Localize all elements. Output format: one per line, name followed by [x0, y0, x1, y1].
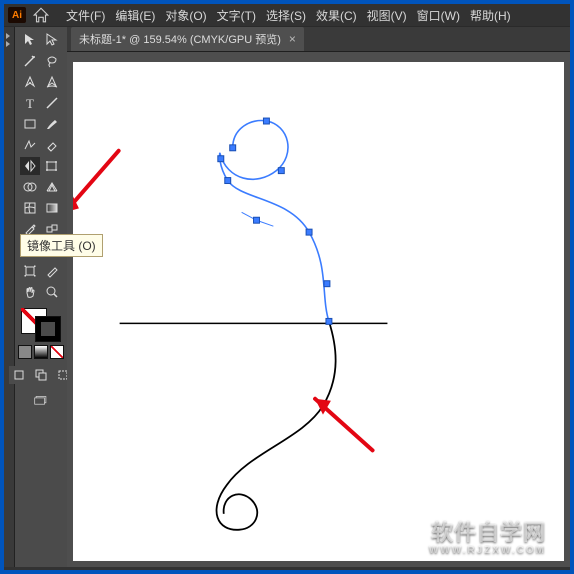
- gradient-tool[interactable]: [42, 199, 62, 217]
- title-bar: Ai 文件(F) 编辑(E) 对象(O) 文字(T) 选择(S) 效果(C) 视…: [4, 4, 570, 27]
- menu-view[interactable]: 视图(V): [363, 5, 411, 26]
- menu-effect[interactable]: 效果(C): [312, 5, 361, 26]
- draw-normal-icon[interactable]: [9, 366, 29, 384]
- canvas-wrap: [67, 52, 570, 567]
- svg-text:T: T: [26, 96, 34, 110]
- panel-collapse-strip[interactable]: [4, 27, 15, 567]
- annotation-arrow-tool: [73, 151, 119, 212]
- free-transform-tool[interactable]: [42, 157, 62, 175]
- toolbox: T: [15, 27, 67, 567]
- shape-builder-tool[interactable]: [20, 178, 40, 196]
- magic-wand-tool[interactable]: [20, 52, 40, 70]
- type-tool[interactable]: T: [20, 94, 40, 112]
- watermark-line2: WWW.RJZXW.COM: [429, 545, 546, 556]
- menu-window[interactable]: 窗口(W): [413, 5, 464, 26]
- menu-object[interactable]: 对象(O): [161, 5, 210, 26]
- lasso-tool[interactable]: [42, 52, 62, 70]
- shaper-tool[interactable]: [20, 136, 40, 154]
- stroke-swatch[interactable]: [35, 316, 61, 342]
- tool-tooltip: 镜像工具 (O): [20, 234, 103, 257]
- artboard-tool[interactable]: [20, 262, 40, 280]
- artwork-svg: [73, 62, 564, 561]
- reflect-tool[interactable]: [20, 157, 40, 175]
- home-icon[interactable]: [32, 6, 50, 24]
- fill-stroke-swatch[interactable]: [21, 308, 61, 342]
- app-logo: Ai: [8, 7, 26, 23]
- color-mode-gradient[interactable]: [34, 345, 48, 359]
- screen-mode-icon[interactable]: [19, 391, 63, 409]
- selection-tool[interactable]: [20, 31, 40, 49]
- canvas[interactable]: [73, 62, 564, 561]
- annotation-arrow-canvas: [315, 399, 373, 451]
- color-swatch-area: [17, 308, 65, 409]
- eraser-tool[interactable]: [42, 136, 62, 154]
- watermark-line1: 软件自学网: [431, 520, 546, 545]
- slice-tool[interactable]: [42, 262, 62, 280]
- menu-help[interactable]: 帮助(H): [466, 5, 515, 26]
- menu-bar: 文件(F) 编辑(E) 对象(O) 文字(T) 选择(S) 效果(C) 视图(V…: [62, 5, 515, 26]
- menu-type[interactable]: 文字(T): [213, 5, 260, 26]
- tab-bar: 未标题-1* @ 159.54% (CMYK/GPU 预览) ×: [67, 27, 570, 52]
- color-mode-solid[interactable]: [18, 345, 32, 359]
- direct-selection-tool[interactable]: [42, 31, 62, 49]
- document-tab[interactable]: 未标题-1* @ 159.54% (CMYK/GPU 预览) ×: [71, 27, 304, 51]
- watermark: 软件自学网 WWW.RJZXW.COM: [429, 521, 546, 556]
- menu-edit[interactable]: 编辑(E): [111, 5, 159, 26]
- pen-tool[interactable]: [20, 73, 40, 91]
- menu-file[interactable]: 文件(F): [62, 5, 109, 26]
- line-tool[interactable]: [42, 94, 62, 112]
- rectangle-tool[interactable]: [20, 115, 40, 133]
- close-icon[interactable]: ×: [289, 32, 296, 46]
- mirrored-path: [217, 321, 336, 529]
- hand-tool[interactable]: [20, 283, 40, 301]
- draw-behind-icon[interactable]: [31, 366, 51, 384]
- perspective-grid-tool[interactable]: [42, 178, 62, 196]
- document-area: 未标题-1* @ 159.54% (CMYK/GPU 预览) ×: [67, 27, 570, 567]
- color-mode-none[interactable]: [50, 345, 64, 359]
- zoom-tool[interactable]: [42, 283, 62, 301]
- menu-select[interactable]: 选择(S): [262, 5, 310, 26]
- anchor-points[interactable]: [218, 118, 332, 324]
- brush-tool[interactable]: [42, 115, 62, 133]
- document-tab-label: 未标题-1* @ 159.54% (CMYK/GPU 预览): [79, 31, 281, 47]
- mesh-tool[interactable]: [20, 199, 40, 217]
- curvature-tool[interactable]: [42, 73, 62, 91]
